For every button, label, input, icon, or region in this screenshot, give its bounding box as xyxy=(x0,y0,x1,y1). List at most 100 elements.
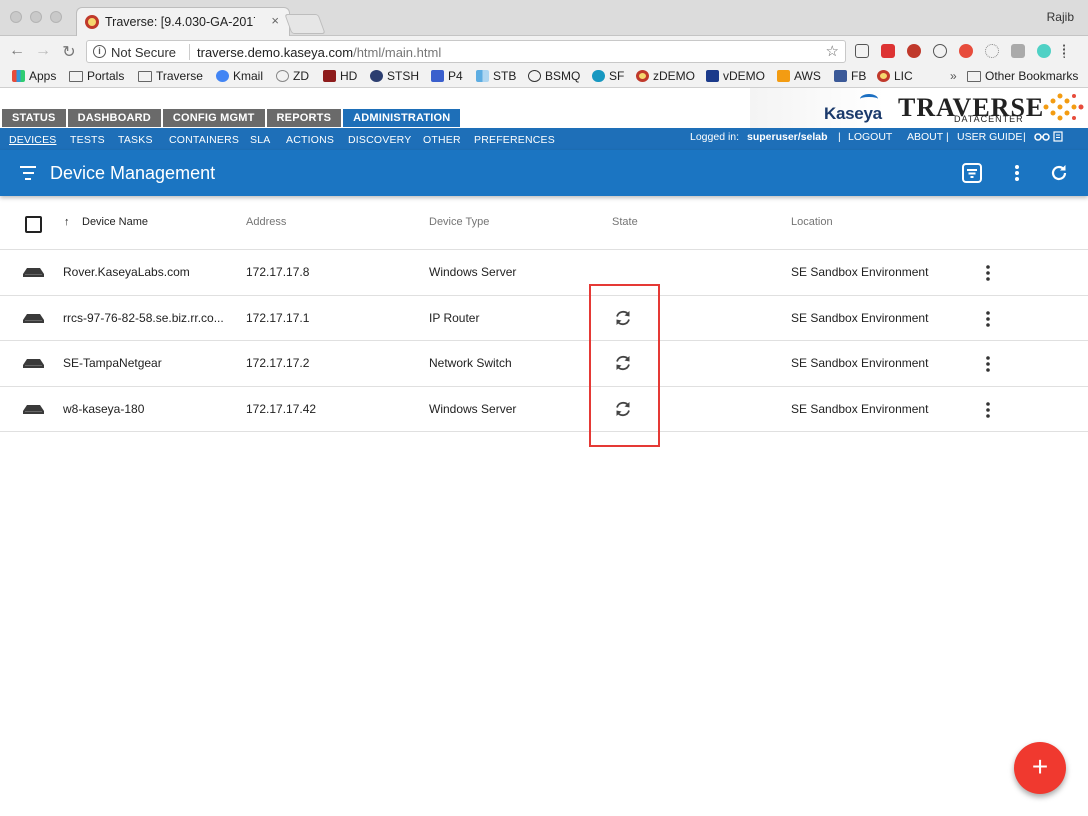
tab-status[interactable]: STATUS xyxy=(2,109,66,127)
subnav-devices[interactable]: DEVICES xyxy=(9,134,57,146)
security-label: Not Secure xyxy=(111,45,177,60)
document-icon[interactable] xyxy=(1053,131,1063,142)
device-icon xyxy=(23,404,44,414)
bookmark-other[interactable]: Other Bookmarks xyxy=(967,69,1078,83)
extension-m-icon[interactable] xyxy=(1037,44,1051,58)
bookmark-aws[interactable]: AWS xyxy=(777,69,821,83)
device-name[interactable]: Rover.KaseyaLabs.com xyxy=(63,265,190,279)
bookmark-stb[interactable]: STB xyxy=(476,69,516,83)
device-name[interactable]: SE-TampaNetgear xyxy=(63,356,162,370)
bookmarks-overflow-button[interactable]: » xyxy=(950,69,957,83)
bookmark-p4[interactable]: P4 xyxy=(431,69,463,83)
table-row[interactable]: rrcs-97-76-82-58.se.biz.rr.co... 172.17.… xyxy=(0,296,1088,341)
zoom-window-button[interactable] xyxy=(50,11,62,23)
url-text[interactable]: traverse.demo.kaseya.com/html/main.html xyxy=(197,45,441,60)
row-more-vert-icon[interactable] xyxy=(978,263,998,283)
column-header-device-type[interactable]: Device Type xyxy=(429,216,489,228)
tab-administration[interactable]: ADMINISTRATION xyxy=(343,109,461,127)
column-header-device-name[interactable]: Device Name xyxy=(82,216,148,228)
browser-menu-icon[interactable] xyxy=(1063,44,1067,58)
gmail-icon[interactable] xyxy=(881,44,895,58)
tab-reports[interactable]: REPORTS xyxy=(266,109,342,127)
subnav-actions[interactable]: ACTIONS xyxy=(286,134,334,146)
subnav-other[interactable]: OTHER xyxy=(423,134,461,146)
bookmark-portals[interactable]: Portals xyxy=(69,69,124,83)
bookmark-vdemo[interactable]: vDEMO xyxy=(706,69,765,83)
device-type: IP Router xyxy=(429,310,480,325)
user-guide-link[interactable]: USER GUIDE xyxy=(957,131,1022,143)
extension-badge-icon[interactable] xyxy=(959,44,973,58)
facebook-icon xyxy=(834,70,847,82)
info-icon[interactable]: i xyxy=(93,45,106,58)
bookmark-star-icon[interactable]: ☆ xyxy=(826,42,839,60)
bookmark-traverse[interactable]: Traverse xyxy=(138,69,203,83)
close-window-button[interactable] xyxy=(10,11,22,23)
bookmark-bsmq[interactable]: BSMQ xyxy=(528,69,580,83)
separator: | xyxy=(1023,131,1026,143)
table-row[interactable]: w8-kaseya-180 172.17.17.42 Windows Serve… xyxy=(0,387,1088,432)
extension-square-icon[interactable] xyxy=(1011,44,1025,58)
subnav-discovery[interactable]: DISCOVERY xyxy=(348,134,411,146)
subnav-tests[interactable]: TESTS xyxy=(70,134,105,146)
traverse-icon xyxy=(877,70,890,82)
bookmark-zd[interactable]: ZD xyxy=(276,69,309,83)
filter-menu-icon[interactable] xyxy=(20,166,36,180)
folder-icon xyxy=(69,70,83,82)
refresh-icon[interactable] xyxy=(1048,162,1070,184)
brand-logo: Kaseya TRAVERSE DATACENTER xyxy=(750,88,1088,128)
subnav-preferences[interactable]: PREFERENCES xyxy=(474,134,555,146)
snowflake-icon[interactable] xyxy=(985,44,999,58)
row-more-vert-icon[interactable] xyxy=(978,400,998,420)
bookmark-zdemo[interactable]: zDEMO xyxy=(636,69,695,83)
row-more-vert-icon[interactable] xyxy=(978,354,998,374)
table-row[interactable]: SE-TampaNetgear 172.17.17.2 Network Swit… xyxy=(0,341,1088,387)
app-header: STATUS DASHBOARD CONFIG MGMT REPORTS ADM… xyxy=(0,88,1088,128)
bookmark-apps[interactable]: Apps xyxy=(12,69,56,83)
more-vert-icon[interactable] xyxy=(1006,162,1028,184)
row-more-vert-icon[interactable] xyxy=(978,309,998,329)
bookmark-kmail[interactable]: Kmail xyxy=(216,69,263,83)
subnav-sla[interactable]: SLA xyxy=(250,134,270,146)
back-arrow-icon[interactable]: ← xyxy=(8,42,26,60)
bookmark-label: STSH xyxy=(387,69,420,83)
add-device-button[interactable]: + xyxy=(1014,742,1066,794)
extension-circle-icon[interactable] xyxy=(933,44,947,58)
tab-dashboard[interactable]: DASHBOARD xyxy=(67,109,161,127)
column-header-state[interactable]: State xyxy=(612,216,638,228)
device-name[interactable]: rrcs-97-76-82-58.se.biz.rr.co... xyxy=(63,311,224,325)
adblock-icon[interactable] xyxy=(907,44,921,58)
subnav-containers[interactable]: CONTAINERS xyxy=(169,134,239,146)
forward-arrow-icon[interactable]: → xyxy=(34,42,52,60)
bookmark-stsh[interactable]: STSH xyxy=(370,69,419,83)
select-all-checkbox[interactable] xyxy=(25,216,42,233)
device-location: SE Sandbox Environment xyxy=(791,265,929,279)
bookmark-label: AWS xyxy=(794,69,821,83)
column-header-location[interactable]: Location xyxy=(791,216,833,228)
kaseya-icon xyxy=(706,70,719,82)
about-link[interactable]: ABOUT xyxy=(907,131,943,143)
logout-link[interactable]: LOGOUT xyxy=(848,131,892,143)
bookmark-fb[interactable]: FB xyxy=(834,69,866,83)
reload-icon[interactable]: ↻ xyxy=(60,42,78,62)
bookmark-sf[interactable]: SF xyxy=(592,69,624,83)
link-icon[interactable] xyxy=(1034,132,1050,142)
browser-tab[interactable]: Traverse: [9.4.030-GA-2017- × xyxy=(76,7,290,36)
apps-grid-icon xyxy=(12,70,25,82)
sort-arrow-icon[interactable]: ↑ xyxy=(64,216,70,228)
bookmark-label: vDEMO xyxy=(723,69,765,83)
pocket-icon[interactable] xyxy=(855,44,869,58)
device-name[interactable]: w8-kaseya-180 xyxy=(63,402,144,416)
bookmark-hd[interactable]: HD xyxy=(323,69,357,83)
minimize-window-button[interactable] xyxy=(30,11,42,23)
tab-config-mgmt[interactable]: CONFIG MGMT xyxy=(162,109,265,127)
bookmark-lic[interactable]: LIC xyxy=(877,69,913,83)
column-header-address[interactable]: Address xyxy=(246,216,286,228)
column-filter-icon[interactable] xyxy=(961,162,983,184)
new-tab-button[interactable] xyxy=(284,14,326,34)
profile-name[interactable]: Rajib xyxy=(1047,10,1074,24)
table-row[interactable]: Rover.KaseyaLabs.com 172.17.17.8 Windows… xyxy=(0,250,1088,296)
subnav-tasks[interactable]: TASKS xyxy=(118,134,153,146)
tab-close-icon[interactable]: × xyxy=(271,13,279,28)
address-bar[interactable]: i Not Secure traverse.demo.kaseya.com/ht… xyxy=(86,40,846,63)
device-table: ↑ Device Name Address Device Type State … xyxy=(0,196,1088,432)
